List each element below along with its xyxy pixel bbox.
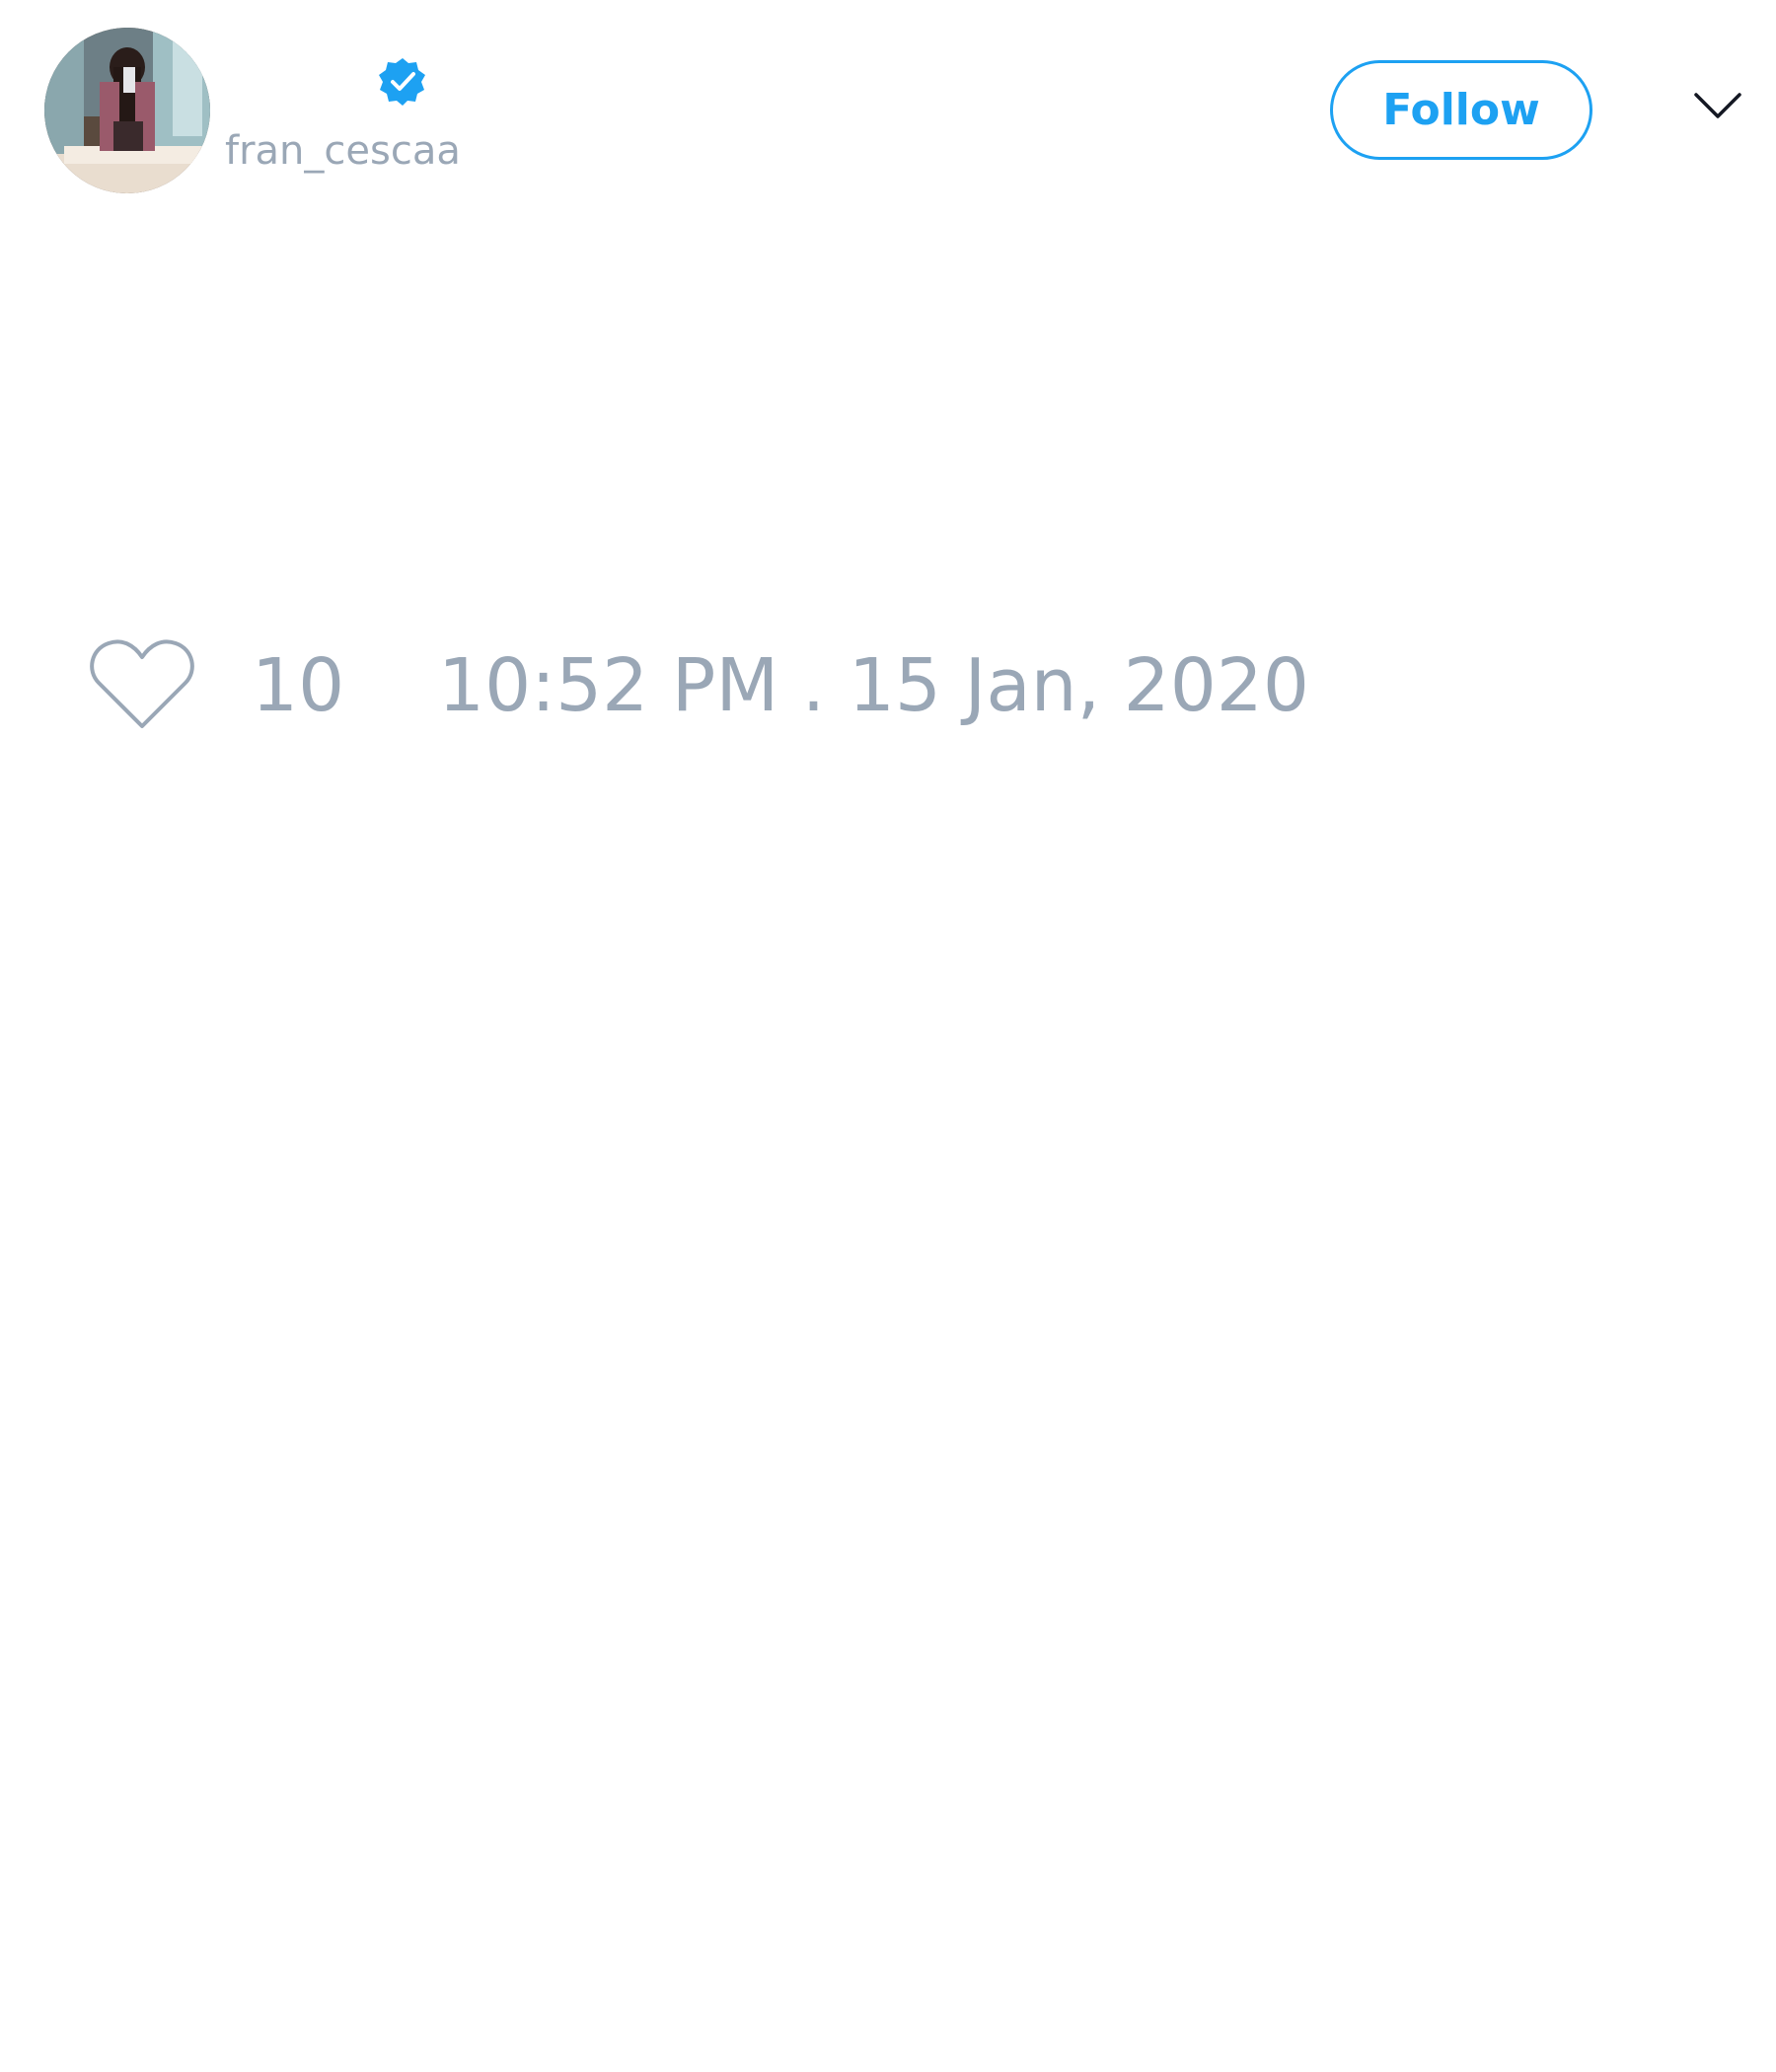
avatar[interactable]	[44, 28, 210, 193]
verified-badge-icon	[379, 58, 425, 106]
tweet-meta: 10 10:52 PM . 15 Jan, 2020	[0, 622, 1776, 750]
tweet-header: fran_cescaa Follow	[0, 0, 1776, 227]
avatar-photo	[44, 28, 210, 193]
heart-icon[interactable]	[89, 635, 195, 732]
author-handle[interactable]: fran_cescaa	[225, 126, 461, 176]
like-count: 10	[252, 643, 345, 728]
chevron-down-icon[interactable]	[1693, 91, 1742, 122]
follow-button[interactable]: Follow	[1330, 60, 1592, 160]
tweet-card: fran_cescaa Follow 10 10:52 PM . 15 Jan,…	[0, 0, 1776, 2072]
tweet-timestamp[interactable]: 10:52 PM . 15 Jan, 2020	[438, 641, 1309, 730]
